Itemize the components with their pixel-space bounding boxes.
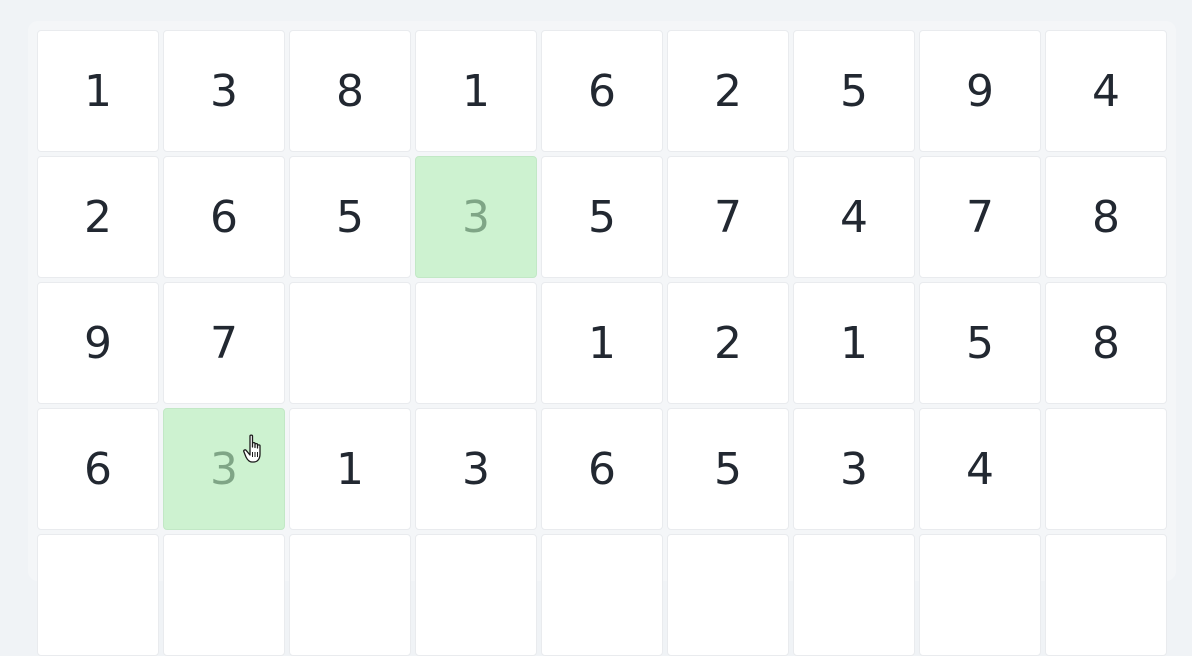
grid-cell-r1-c2[interactable]: 5 xyxy=(289,156,411,278)
grid-cell-r4-c5[interactable] xyxy=(667,534,789,656)
grid-cell-r0-c2[interactable]: 8 xyxy=(289,30,411,152)
grid-cell-r4-c1[interactable] xyxy=(163,534,285,656)
grid-cell-r2-c5[interactable]: 2 xyxy=(667,282,789,404)
grid-cell-r2-c6[interactable]: 1 xyxy=(793,282,915,404)
grid-cell-r1-c4[interactable]: 5 xyxy=(541,156,663,278)
grid-cell-r1-c7[interactable]: 7 xyxy=(919,156,1041,278)
grid-cell-r1-c3[interactable]: 3 xyxy=(415,156,537,278)
grid-cell-r2-c7[interactable]: 5 xyxy=(919,282,1041,404)
grid-cell-r1-c0[interactable]: 2 xyxy=(37,156,159,278)
grid-cell-r3-c8[interactable] xyxy=(1045,408,1167,530)
grid-cell-r1-c6[interactable]: 4 xyxy=(793,156,915,278)
grid-cell-r3-c5[interactable]: 5 xyxy=(667,408,789,530)
game-board: 138162594265357478971215863136534 xyxy=(28,21,1176,656)
grid-cell-r0-c8[interactable]: 4 xyxy=(1045,30,1167,152)
grid-cell-r0-c3[interactable]: 1 xyxy=(415,30,537,152)
grid-cell-r4-c3[interactable] xyxy=(415,534,537,656)
grid-cell-r3-c2[interactable]: 1 xyxy=(289,408,411,530)
grid-cell-r4-c0[interactable] xyxy=(37,534,159,656)
grid-cell-r2-c4[interactable]: 1 xyxy=(541,282,663,404)
grid-cell-r0-c7[interactable]: 9 xyxy=(919,30,1041,152)
grid-cell-r4-c6[interactable] xyxy=(793,534,915,656)
grid-cell-r3-c0[interactable]: 6 xyxy=(37,408,159,530)
grid-cell-r3-c1[interactable]: 3 xyxy=(163,408,285,530)
grid-cell-r3-c7[interactable]: 4 xyxy=(919,408,1041,530)
grid-cell-r0-c1[interactable]: 3 xyxy=(163,30,285,152)
grid-cell-r3-c4[interactable]: 6 xyxy=(541,408,663,530)
grid-cell-r4-c7[interactable] xyxy=(919,534,1041,656)
grid-cell-r1-c8[interactable]: 8 xyxy=(1045,156,1167,278)
grid-cell-r0-c0[interactable]: 1 xyxy=(37,30,159,152)
grid-cell-r1-c1[interactable]: 6 xyxy=(163,156,285,278)
grid-cell-r0-c5[interactable]: 2 xyxy=(667,30,789,152)
grid-cell-r4-c4[interactable] xyxy=(541,534,663,656)
grid-cell-r1-c5[interactable]: 7 xyxy=(667,156,789,278)
grid-cell-r2-c3[interactable] xyxy=(415,282,537,404)
number-grid: 138162594265357478971215863136534 xyxy=(37,30,1167,656)
grid-cell-r4-c8[interactable] xyxy=(1045,534,1167,656)
grid-cell-r3-c3[interactable]: 3 xyxy=(415,408,537,530)
grid-cell-r0-c6[interactable]: 5 xyxy=(793,30,915,152)
grid-cell-r2-c2[interactable] xyxy=(289,282,411,404)
grid-cell-r2-c8[interactable]: 8 xyxy=(1045,282,1167,404)
grid-cell-r4-c2[interactable] xyxy=(289,534,411,656)
grid-cell-r2-c0[interactable]: 9 xyxy=(37,282,159,404)
grid-cell-r0-c4[interactable]: 6 xyxy=(541,30,663,152)
grid-cell-r3-c6[interactable]: 3 xyxy=(793,408,915,530)
grid-cell-r2-c1[interactable]: 7 xyxy=(163,282,285,404)
